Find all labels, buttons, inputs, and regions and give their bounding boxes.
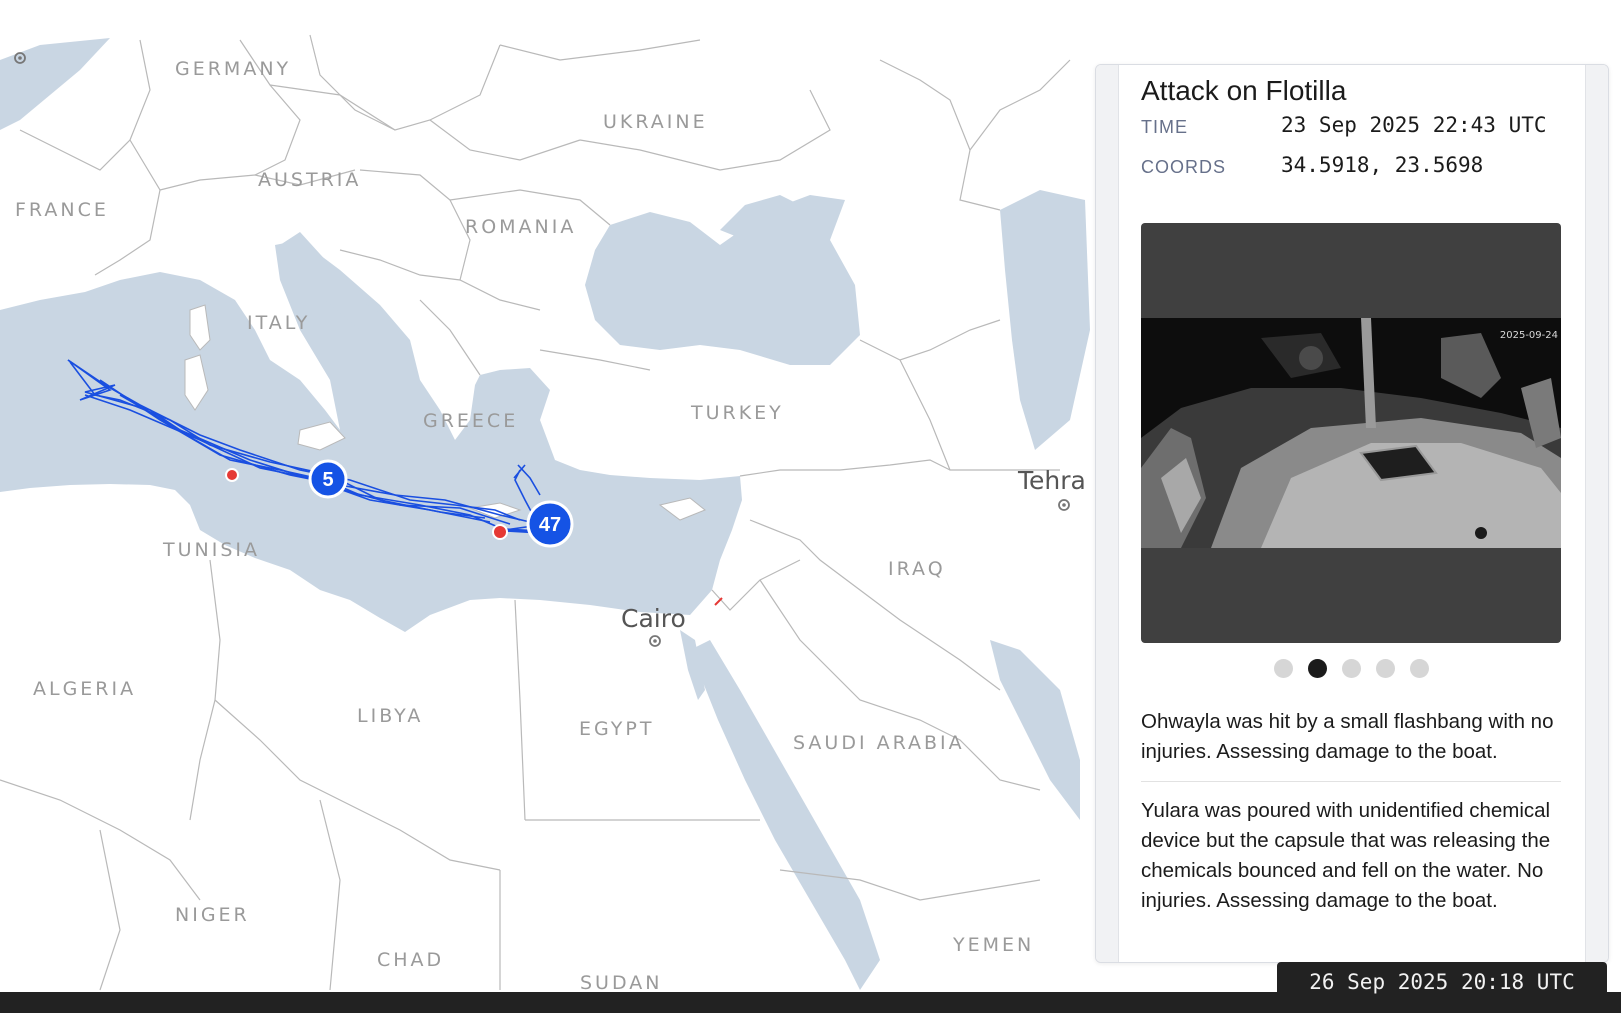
country-label-austria: AUSTRIA — [258, 169, 361, 191]
carousel-dot-2[interactable] — [1307, 658, 1327, 678]
country-label-chad: CHAD — [377, 949, 444, 971]
country-label-libya: LIBYA — [357, 705, 423, 727]
night-camera-image — [1141, 318, 1561, 548]
event-detail-panel: Attack on Flotilla TIME 23 Sep 2025 22:4… — [1095, 64, 1609, 963]
country-label-saudi-arabia: SAUDI ARABIA — [793, 732, 965, 754]
carousel-dot-1[interactable] — [1273, 658, 1293, 678]
coords-label: COORDS — [1141, 157, 1227, 177]
carousel-dot-4[interactable] — [1375, 658, 1395, 678]
panel-scrollbar[interactable] — [1585, 65, 1608, 962]
meta-row-time: TIME 23 Sep 2025 22:43 UTC — [1141, 111, 1561, 151]
current-time-display: 26 Sep 2025 20:18 UTC — [1277, 962, 1607, 1002]
country-label-germany: GERMANY — [175, 58, 291, 80]
event-description: Yulara was poured with unidentified chem… — [1141, 799, 1551, 912]
media-viewer[interactable]: 2025-09-24 — [1141, 223, 1561, 643]
video-timestamp-overlay: 2025-09-24 — [1499, 330, 1558, 341]
event-title: Attack on Flotilla — [1141, 75, 1347, 106]
cluster-count: 47 — [539, 514, 561, 536]
meta-row-coords: COORDS 34.5918, 23.5698 — [1141, 151, 1561, 191]
city-label-cairo: Cairo — [621, 604, 686, 633]
cluster-count: 5 — [322, 469, 333, 491]
city-label-tehran: Tehra — [1017, 466, 1086, 495]
cluster-marker[interactable]: 47 — [526, 500, 574, 548]
time-value: 23 Sep 2025 22:43 UTC — [1281, 113, 1547, 137]
panel-scroll-edge-left — [1096, 65, 1119, 962]
country-label-sudan: SUDAN — [580, 972, 662, 994]
country-label-egypt: EGYPT — [579, 718, 654, 740]
carousel-dots — [1141, 643, 1561, 693]
panel-content: Attack on Flotilla TIME 23 Sep 2025 22:4… — [1141, 65, 1561, 916]
country-label-turkey: TURKEY — [690, 402, 784, 424]
country-label-niger: NIGER — [175, 904, 250, 926]
country-label-iraq: IRAQ — [888, 558, 946, 580]
country-label-france: FRANCE — [15, 199, 109, 221]
country-label-yemen: YEMEN — [952, 934, 1034, 956]
carousel-dot-3[interactable] — [1341, 658, 1361, 678]
country-label-romania: ROMANIA — [465, 216, 576, 238]
carousel-dot-5[interactable] — [1409, 658, 1429, 678]
incident-marker — [225, 468, 239, 482]
coords-value: 34.5918, 23.5698 — [1281, 153, 1484, 177]
cluster-marker[interactable]: 5 — [308, 459, 348, 499]
country-label-tunisia: TUNISIA — [162, 539, 260, 561]
country-label-algeria: ALGERIA — [33, 678, 136, 700]
country-label-ukraine: UKRAINE — [603, 111, 708, 133]
event-description: Ohwayla was hit by a small flashbang wit… — [1141, 707, 1561, 782]
country-label-greece: GREECE — [423, 410, 518, 432]
country-label-italy: ITALY — [247, 312, 310, 334]
time-label: TIME — [1141, 117, 1188, 137]
incident-marker — [492, 524, 508, 540]
video-frame[interactable]: 2025-09-24 — [1141, 318, 1561, 548]
